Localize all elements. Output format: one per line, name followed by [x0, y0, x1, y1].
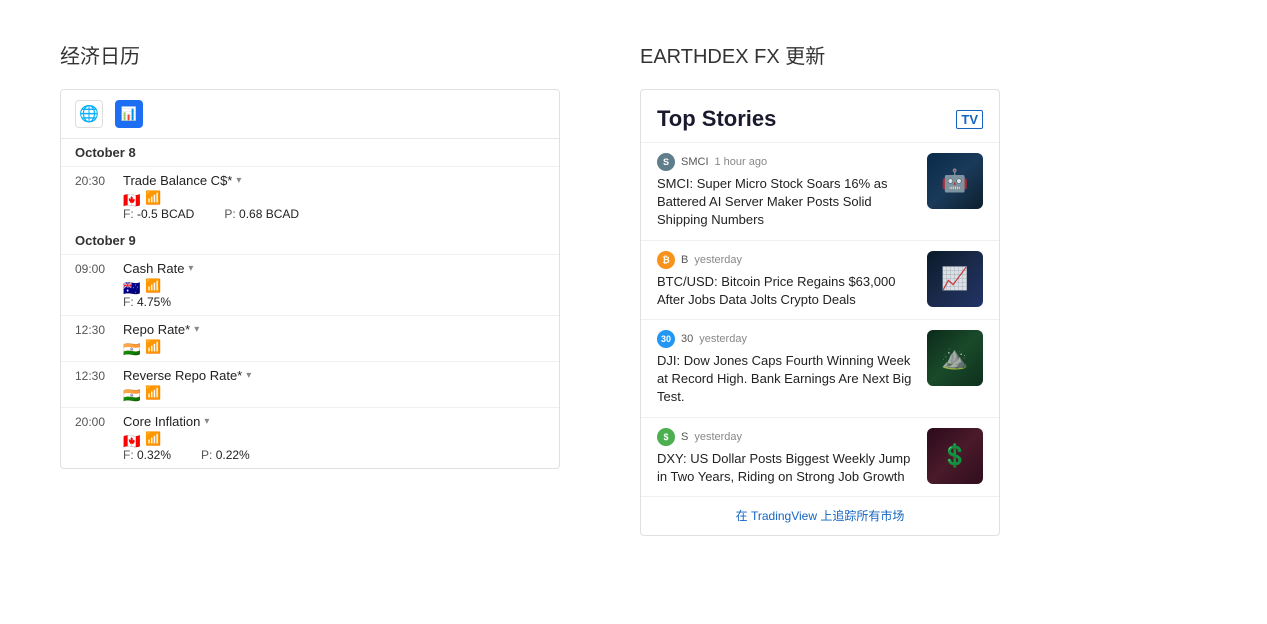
bar-in-2: 📶 [145, 385, 161, 401]
flag-ca-1: 🇨🇦 [123, 192, 141, 205]
text-smci: SMCI: Super Micro Stock Soars 16% as Bat… [657, 175, 915, 230]
news-meta-btc: ₿ B yesterday [657, 251, 915, 269]
event-time-repo-rate: 12:30 [75, 323, 113, 337]
bar-in-1: 📶 [145, 339, 161, 355]
forecast-cash-rate: F: 4.75% [123, 295, 171, 309]
source-btc: B [681, 254, 688, 266]
bar-ca-1: 📶 [145, 190, 161, 206]
calendar-widget: 🌐 📊 October 8 20:30 Trade Balance C$* ▾ … [60, 89, 560, 469]
text-dxy: DXY: US Dollar Posts Biggest Weekly Jump… [657, 450, 915, 486]
news-content-btc: ₿ B yesterday BTC/USD: Bitcoin Price Reg… [657, 251, 915, 309]
news-meta-dji: 30 30 yesterday [657, 330, 915, 348]
thumb-smci: 🤖 [927, 153, 983, 209]
event-values-cash-rate: F: 4.75% [75, 295, 545, 309]
time-smci: 1 hour ago [715, 156, 768, 168]
news-header: Top Stories TV [641, 90, 999, 142]
event-time-core-inflation: 20:00 [75, 415, 113, 429]
footer-link[interactable]: 在 TradingView 上追踪所有市场 [736, 509, 905, 523]
source-dxy: S [681, 431, 688, 443]
right-section: EARTHDEX FX 更新 Top Stories TV S SMCI 1 h… [640, 40, 1207, 584]
time-btc: yesterday [694, 254, 742, 266]
thumb-btc: 📈 [927, 251, 983, 307]
event-row-core-inflation: 20:00 Core Inflation ▾ 🇨🇦 📶 F: 0.32% P: … [61, 407, 559, 468]
left-section: 经济日历 🌐 📊 October 8 20:30 Trade Balance C… [60, 40, 580, 584]
calendar-toolbar: 🌐 📊 [61, 90, 559, 139]
news-meta-dxy: $ S yesterday [657, 428, 915, 446]
flag-au: 🇦🇺 [123, 280, 141, 293]
right-title: EARTHDEX FX 更新 [640, 40, 1207, 69]
left-title: 经济日历 [60, 40, 580, 69]
event-flags-trade-balance: 🇨🇦 📶 [75, 190, 545, 206]
text-dji: DJI: Dow Jones Caps Fourth Winning Week … [657, 352, 915, 407]
avatar-dxy: $ [657, 428, 675, 446]
event-name-trade-balance: Trade Balance C$* ▾ [123, 173, 241, 188]
news-content-dji: 30 30 yesterday DJI: Dow Jones Caps Four… [657, 330, 915, 407]
event-time-reverse-repo: 12:30 [75, 369, 113, 383]
event-time-trade-balance: 20:30 [75, 174, 113, 188]
flag-in-2: 🇮🇳 [123, 387, 141, 400]
previous-trade-balance: P: 0.68 BCAD [224, 207, 299, 221]
globe-icon[interactable]: 🌐 [75, 100, 103, 128]
event-flags-repo-rate: 🇮🇳 📶 [75, 339, 545, 355]
news-footer[interactable]: 在 TradingView 上追踪所有市场 [641, 496, 999, 535]
event-row-cash-rate: 09:00 Cash Rate ▾ 🇦🇺 📶 F: 4.75% [61, 254, 559, 315]
event-flags-core-inflation: 🇨🇦 📶 [75, 431, 545, 447]
previous-core-inflation: P: 0.22% [201, 448, 250, 462]
flag-in-1: 🇮🇳 [123, 341, 141, 354]
thumb-dji: ⛰️ [927, 330, 983, 386]
news-meta-smci: S SMCI 1 hour ago [657, 153, 915, 171]
event-flags-reverse-repo: 🇮🇳 📶 [75, 385, 545, 401]
news-content-smci: S SMCI 1 hour ago SMCI: Super Micro Stoc… [657, 153, 915, 230]
event-row-reverse-repo-rate: 12:30 Reverse Repo Rate* ▾ 🇮🇳 📶 [61, 361, 559, 407]
event-values-trade-balance: F: -0.5 BCAD P: 0.68 BCAD [75, 207, 545, 221]
event-name-core-inflation: Core Inflation ▾ [123, 414, 209, 429]
news-item-dji[interactable]: 30 30 yesterday DJI: Dow Jones Caps Four… [641, 319, 999, 417]
forecast-trade-balance: F: -0.5 BCAD [123, 207, 194, 221]
text-btc: BTC/USD: Bitcoin Price Regains $63,000 A… [657, 273, 915, 309]
event-name-reverse-repo: Reverse Repo Rate* ▾ [123, 368, 251, 383]
event-time-cash-rate: 09:00 [75, 262, 113, 276]
news-widget-title: Top Stories [657, 106, 776, 132]
news-widget: Top Stories TV S SMCI 1 hour ago SMCI: S… [640, 89, 1000, 536]
time-dxy: yesterday [694, 431, 742, 443]
chart-icon[interactable]: 📊 [115, 100, 143, 128]
bar-au: 📶 [145, 278, 161, 294]
avatar-smci: S [657, 153, 675, 171]
news-item-dxy[interactable]: $ S yesterday DXY: US Dollar Posts Bigge… [641, 417, 999, 496]
event-name-cash-rate: Cash Rate ▾ [123, 261, 193, 276]
avatar-btc: ₿ [657, 251, 675, 269]
event-name-repo-rate: Repo Rate* ▾ [123, 322, 199, 337]
flag-ca-2: 🇨🇦 [123, 433, 141, 446]
event-flags-cash-rate: 🇦🇺 📶 [75, 278, 545, 294]
news-item-smci[interactable]: S SMCI 1 hour ago SMCI: Super Micro Stoc… [641, 142, 999, 240]
tv-logo: TV [956, 110, 983, 129]
event-values-core-inflation: F: 0.32% P: 0.22% [75, 448, 545, 462]
news-content-dxy: $ S yesterday DXY: US Dollar Posts Bigge… [657, 428, 915, 486]
time-dji: yesterday [699, 333, 747, 345]
thumb-dxy: 💲 [927, 428, 983, 484]
date-header-oct8: October 8 [61, 139, 559, 166]
forecast-core-inflation: F: 0.32% [123, 448, 171, 462]
news-item-btc[interactable]: ₿ B yesterday BTC/USD: Bitcoin Price Reg… [641, 240, 999, 319]
avatar-dji: 30 [657, 330, 675, 348]
date-header-oct9: October 9 [61, 227, 559, 254]
event-row-trade-balance: 20:30 Trade Balance C$* ▾ 🇨🇦 📶 F: -0.5 B… [61, 166, 559, 227]
event-row-repo-rate: 12:30 Repo Rate* ▾ 🇮🇳 📶 [61, 315, 559, 361]
calendar-scrollable[interactable]: October 8 20:30 Trade Balance C$* ▾ 🇨🇦 📶… [61, 139, 559, 468]
source-smci: SMCI [681, 156, 709, 168]
news-list: S SMCI 1 hour ago SMCI: Super Micro Stoc… [641, 142, 999, 496]
source-dji: 30 [681, 333, 693, 345]
bar-ca-2: 📶 [145, 431, 161, 447]
